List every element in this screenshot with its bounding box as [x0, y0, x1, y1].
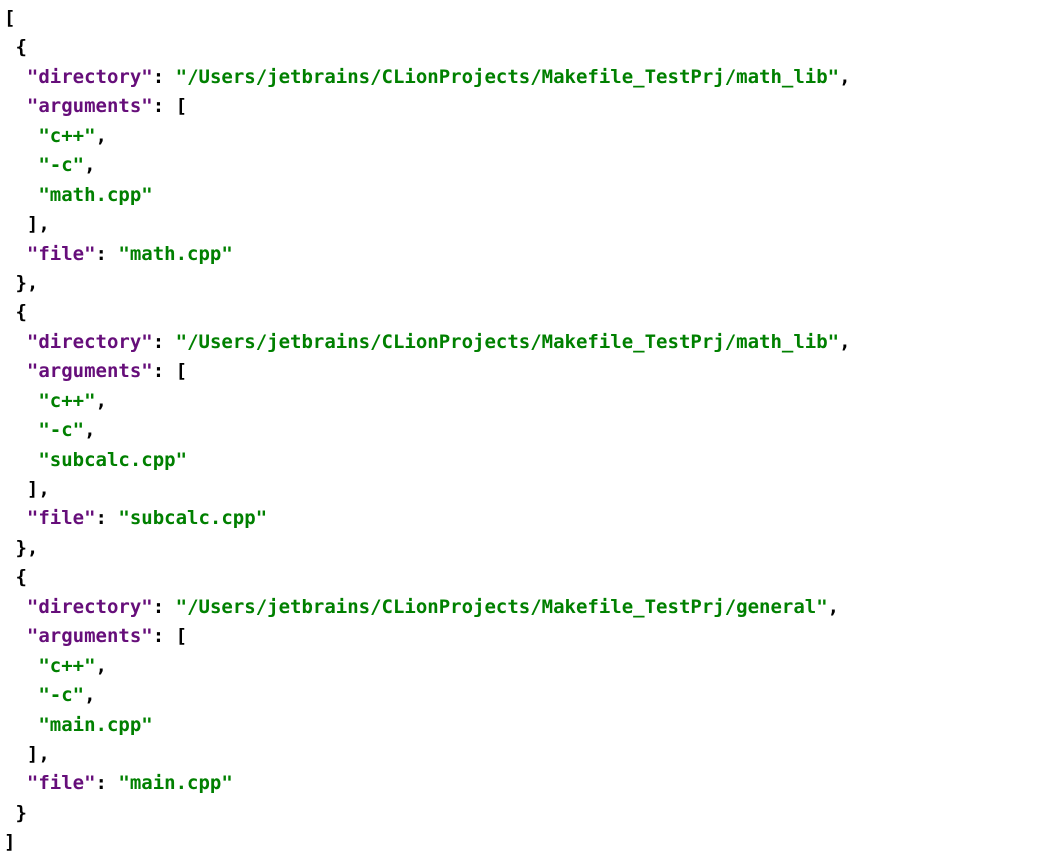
json-key: "arguments" — [27, 95, 153, 117]
json-key: "arguments" — [27, 360, 153, 382]
brace-close: }, — [15, 272, 38, 294]
colon: : — [153, 66, 176, 88]
comma: , — [84, 154, 95, 176]
bracket-open: [ — [4, 7, 15, 29]
colon: : — [153, 596, 176, 618]
json-string: "subcalc.cpp" — [38, 449, 187, 471]
colon: : — [96, 243, 119, 265]
bracket-close: ], — [27, 213, 50, 235]
brace-open: { — [15, 301, 26, 323]
json-string: "main.cpp" — [38, 714, 152, 736]
colon: : — [153, 360, 176, 382]
json-key: "arguments" — [27, 625, 153, 647]
brace-close: }, — [15, 537, 38, 559]
brace-open: { — [15, 566, 26, 588]
json-string: "-c" — [38, 419, 84, 441]
brace-open: { — [15, 36, 26, 58]
colon: : — [153, 95, 176, 117]
json-string: "-c" — [38, 684, 84, 706]
json-string: "/Users/jetbrains/CLionProjects/Makefile… — [176, 331, 839, 353]
json-key: "directory" — [27, 66, 153, 88]
comma: , — [84, 684, 95, 706]
bracket-open: [ — [176, 360, 187, 382]
json-string: "-c" — [38, 154, 84, 176]
bracket-close: ], — [27, 743, 50, 765]
json-string: "c++" — [38, 390, 95, 412]
colon: : — [96, 507, 119, 529]
colon: : — [153, 331, 176, 353]
bracket-open: [ — [176, 625, 187, 647]
json-string: "subcalc.cpp" — [118, 507, 267, 529]
colon: : — [153, 625, 176, 647]
brace-close: } — [15, 802, 26, 824]
comma: , — [96, 390, 107, 412]
json-key: "directory" — [27, 596, 153, 618]
json-key: "directory" — [27, 331, 153, 353]
json-string: "math.cpp" — [38, 184, 152, 206]
json-string: "c++" — [38, 655, 95, 677]
json-string: "/Users/jetbrains/CLionProjects/Makefile… — [176, 66, 839, 88]
bracket-close: ] — [4, 831, 15, 853]
comma: , — [96, 655, 107, 677]
json-string: "math.cpp" — [118, 243, 232, 265]
comma: , — [84, 419, 95, 441]
colon: : — [96, 772, 119, 794]
json-string: "main.cpp" — [118, 772, 232, 794]
json-key: "file" — [27, 507, 96, 529]
json-string: "c++" — [38, 125, 95, 147]
comma: , — [839, 331, 850, 353]
bracket-open: [ — [176, 95, 187, 117]
bracket-close: ], — [27, 478, 50, 500]
json-key: "file" — [27, 243, 96, 265]
comma: , — [96, 125, 107, 147]
comma: , — [828, 596, 839, 618]
json-string: "/Users/jetbrains/CLionProjects/Makefile… — [176, 596, 828, 618]
comma: , — [839, 66, 850, 88]
json-code-block: [ { "directory": "/Users/jetbrains/CLion… — [0, 0, 1050, 862]
json-key: "file" — [27, 772, 96, 794]
